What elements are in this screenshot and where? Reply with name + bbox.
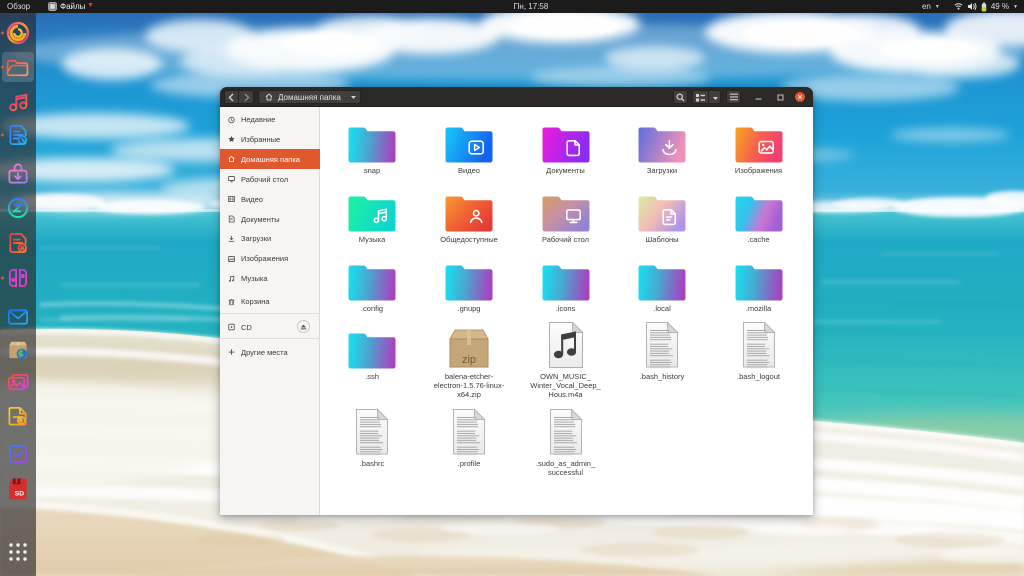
svg-text:SD: SD	[15, 491, 24, 498]
svg-text:zip: zip	[462, 354, 476, 366]
